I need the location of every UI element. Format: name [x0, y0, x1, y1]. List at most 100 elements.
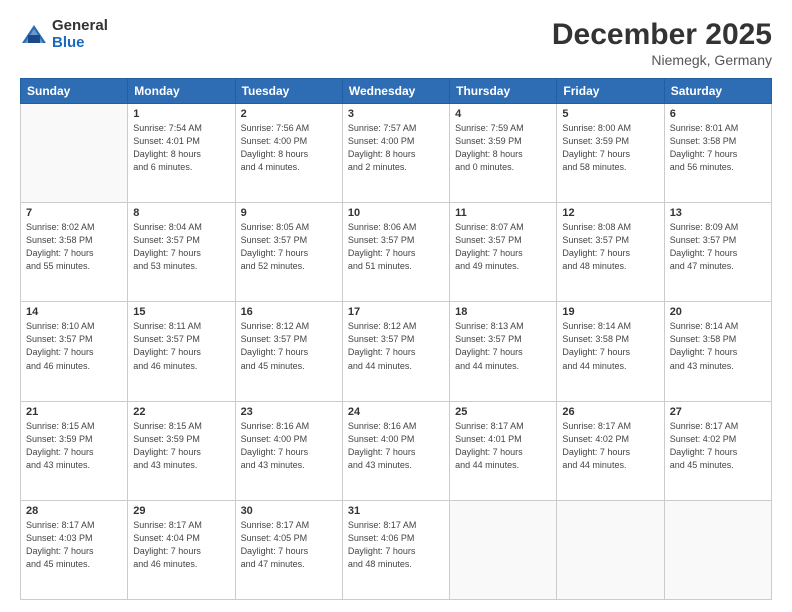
- day-info: Sunrise: 8:17 AM Sunset: 4:04 PM Dayligh…: [133, 519, 229, 571]
- day-number: 16: [241, 306, 337, 318]
- day-info: Sunrise: 8:09 AM Sunset: 3:57 PM Dayligh…: [670, 221, 766, 273]
- day-info: Sunrise: 8:04 AM Sunset: 3:57 PM Dayligh…: [133, 221, 229, 273]
- day-info: Sunrise: 8:15 AM Sunset: 3:59 PM Dayligh…: [26, 420, 122, 472]
- col-thursday: Thursday: [450, 79, 557, 104]
- table-row: 5 Sunrise: 8:00 AM Sunset: 3:59 PM Daylig…: [557, 104, 664, 203]
- day-number: 30: [241, 505, 337, 517]
- logo-blue-text: Blue: [52, 35, 108, 52]
- table-row: 20 Sunrise: 8:14 AM Sunset: 3:58 PM Dayli…: [664, 302, 771, 401]
- table-row: 14 Sunrise: 8:10 AM Sunset: 3:57 PM Dayli…: [21, 302, 128, 401]
- table-row: 24Sunrise: 8:16 AM Sunset: 4:00 PM Dayli…: [342, 401, 449, 500]
- table-row: 11 Sunrise: 8:07 AM Sunset: 3:57 PM Dayli…: [450, 203, 557, 302]
- day-number: 18: [455, 306, 551, 318]
- day-info: Sunrise: 8:17 AM Sunset: 4:02 PM Dayligh…: [562, 420, 658, 472]
- table-row: 4Sunrise: 7:59 AM Sunset: 3:59 PM Daylig…: [450, 104, 557, 203]
- day-number: 2: [241, 108, 337, 120]
- day-number: 4: [455, 108, 551, 120]
- day-info: Sunrise: 8:16 AM Sunset: 4:00 PM Dayligh…: [348, 420, 444, 472]
- day-number: 20: [670, 306, 766, 318]
- col-wednesday: Wednesday: [342, 79, 449, 104]
- day-info: Sunrise: 8:12 AM Sunset: 3:57 PM Dayligh…: [241, 320, 337, 372]
- table-row: 29 Sunrise: 8:17 AM Sunset: 4:04 PM Dayli…: [128, 500, 235, 599]
- calendar-week-row: 1Sunrise: 7:54 AM Sunset: 4:01 PM Daylig…: [21, 104, 772, 203]
- table-row: [664, 500, 771, 599]
- table-row: 1Sunrise: 7:54 AM Sunset: 4:01 PM Daylig…: [128, 104, 235, 203]
- day-number: 25: [455, 406, 551, 418]
- day-number: 3: [348, 108, 444, 120]
- table-row: 18 Sunrise: 8:13 AM Sunset: 3:57 PM Dayli…: [450, 302, 557, 401]
- day-number: 31: [348, 505, 444, 517]
- day-info: Sunrise: 8:06 AM Sunset: 3:57 PM Dayligh…: [348, 221, 444, 273]
- col-saturday: Saturday: [664, 79, 771, 104]
- logo-icon: [20, 21, 48, 49]
- day-info: Sunrise: 8:08 AM Sunset: 3:57 PM Dayligh…: [562, 221, 658, 273]
- day-info: Sunrise: 8:14 AM Sunset: 3:58 PM Dayligh…: [670, 320, 766, 372]
- table-row: 31 Sunrise: 8:17 AM Sunset: 4:06 PM Dayli…: [342, 500, 449, 599]
- day-info: Sunrise: 7:54 AM Sunset: 4:01 PM Dayligh…: [133, 122, 229, 174]
- day-info: Sunrise: 8:14 AM Sunset: 3:58 PM Dayligh…: [562, 320, 658, 372]
- day-number: 10: [348, 207, 444, 219]
- table-row: 25 Sunrise: 8:17 AM Sunset: 4:01 PM Dayli…: [450, 401, 557, 500]
- table-row: 6 Sunrise: 8:01 AM Sunset: 3:58 PM Daylig…: [664, 104, 771, 203]
- table-row: [557, 500, 664, 599]
- day-number: 19: [562, 306, 658, 318]
- day-number: 29: [133, 505, 229, 517]
- day-number: 26: [562, 406, 658, 418]
- calendar-week-row: 14 Sunrise: 8:10 AM Sunset: 3:57 PM Dayli…: [21, 302, 772, 401]
- day-info: Sunrise: 8:10 AM Sunset: 3:57 PM Dayligh…: [26, 320, 122, 372]
- page: General Blue December 2025 Niemegk, Germ…: [0, 0, 792, 612]
- logo: General Blue: [20, 18, 108, 51]
- day-info: Sunrise: 8:02 AM Sunset: 3:58 PM Dayligh…: [26, 221, 122, 273]
- logo-text: General Blue: [52, 18, 108, 51]
- day-number: 23: [241, 406, 337, 418]
- table-row: 12Sunrise: 8:08 AM Sunset: 3:57 PM Dayli…: [557, 203, 664, 302]
- calendar-week-row: 7 Sunrise: 8:02 AM Sunset: 3:58 PM Daylig…: [21, 203, 772, 302]
- day-info: Sunrise: 8:15 AM Sunset: 3:59 PM Dayligh…: [133, 420, 229, 472]
- day-info: Sunrise: 8:17 AM Sunset: 4:06 PM Dayligh…: [348, 519, 444, 571]
- day-info: Sunrise: 7:56 AM Sunset: 4:00 PM Dayligh…: [241, 122, 337, 174]
- col-monday: Monday: [128, 79, 235, 104]
- col-sunday: Sunday: [21, 79, 128, 104]
- table-row: 28 Sunrise: 8:17 AM Sunset: 4:03 PM Dayli…: [21, 500, 128, 599]
- day-number: 11: [455, 207, 551, 219]
- table-row: 2 Sunrise: 7:56 AM Sunset: 4:00 PM Daylig…: [235, 104, 342, 203]
- header: General Blue December 2025 Niemegk, Germ…: [20, 18, 772, 68]
- day-number: 5: [562, 108, 658, 120]
- day-info: Sunrise: 8:07 AM Sunset: 3:57 PM Dayligh…: [455, 221, 551, 273]
- location: Niemegk, Germany: [552, 52, 772, 68]
- table-row: 22Sunrise: 8:15 AM Sunset: 3:59 PM Dayli…: [128, 401, 235, 500]
- table-row: 27Sunrise: 8:17 AM Sunset: 4:02 PM Dayli…: [664, 401, 771, 500]
- day-info: Sunrise: 8:13 AM Sunset: 3:57 PM Dayligh…: [455, 320, 551, 372]
- day-number: 28: [26, 505, 122, 517]
- day-info: Sunrise: 8:17 AM Sunset: 4:03 PM Dayligh…: [26, 519, 122, 571]
- title-block: December 2025 Niemegk, Germany: [552, 18, 772, 68]
- day-number: 7: [26, 207, 122, 219]
- table-row: 9Sunrise: 8:05 AM Sunset: 3:57 PM Daylig…: [235, 203, 342, 302]
- day-info: Sunrise: 8:17 AM Sunset: 4:01 PM Dayligh…: [455, 420, 551, 472]
- table-row: [21, 104, 128, 203]
- table-row: 30 Sunrise: 8:17 AM Sunset: 4:05 PM Dayli…: [235, 500, 342, 599]
- logo-general-text: General: [52, 18, 108, 35]
- table-row: 3Sunrise: 7:57 AM Sunset: 4:00 PM Daylig…: [342, 104, 449, 203]
- day-info: Sunrise: 8:16 AM Sunset: 4:00 PM Dayligh…: [241, 420, 337, 472]
- col-friday: Friday: [557, 79, 664, 104]
- day-number: 21: [26, 406, 122, 418]
- day-number: 14: [26, 306, 122, 318]
- calendar-table: Sunday Monday Tuesday Wednesday Thursday…: [20, 78, 772, 600]
- day-info: Sunrise: 8:12 AM Sunset: 3:57 PM Dayligh…: [348, 320, 444, 372]
- col-tuesday: Tuesday: [235, 79, 342, 104]
- table-row: 16 Sunrise: 8:12 AM Sunset: 3:57 PM Dayli…: [235, 302, 342, 401]
- table-row: 15Sunrise: 8:11 AM Sunset: 3:57 PM Dayli…: [128, 302, 235, 401]
- day-info: Sunrise: 8:11 AM Sunset: 3:57 PM Dayligh…: [133, 320, 229, 372]
- day-info: Sunrise: 8:05 AM Sunset: 3:57 PM Dayligh…: [241, 221, 337, 273]
- day-number: 13: [670, 207, 766, 219]
- calendar-header-row: Sunday Monday Tuesday Wednesday Thursday…: [21, 79, 772, 104]
- table-row: 7 Sunrise: 8:02 AM Sunset: 3:58 PM Daylig…: [21, 203, 128, 302]
- table-row: 21 Sunrise: 8:15 AM Sunset: 3:59 PM Dayli…: [21, 401, 128, 500]
- day-number: 6: [670, 108, 766, 120]
- day-info: Sunrise: 8:17 AM Sunset: 4:05 PM Dayligh…: [241, 519, 337, 571]
- table-row: 19 Sunrise: 8:14 AM Sunset: 3:58 PM Dayli…: [557, 302, 664, 401]
- day-info: Sunrise: 8:00 AM Sunset: 3:59 PM Dayligh…: [562, 122, 658, 174]
- table-row: [450, 500, 557, 599]
- day-info: Sunrise: 8:01 AM Sunset: 3:58 PM Dayligh…: [670, 122, 766, 174]
